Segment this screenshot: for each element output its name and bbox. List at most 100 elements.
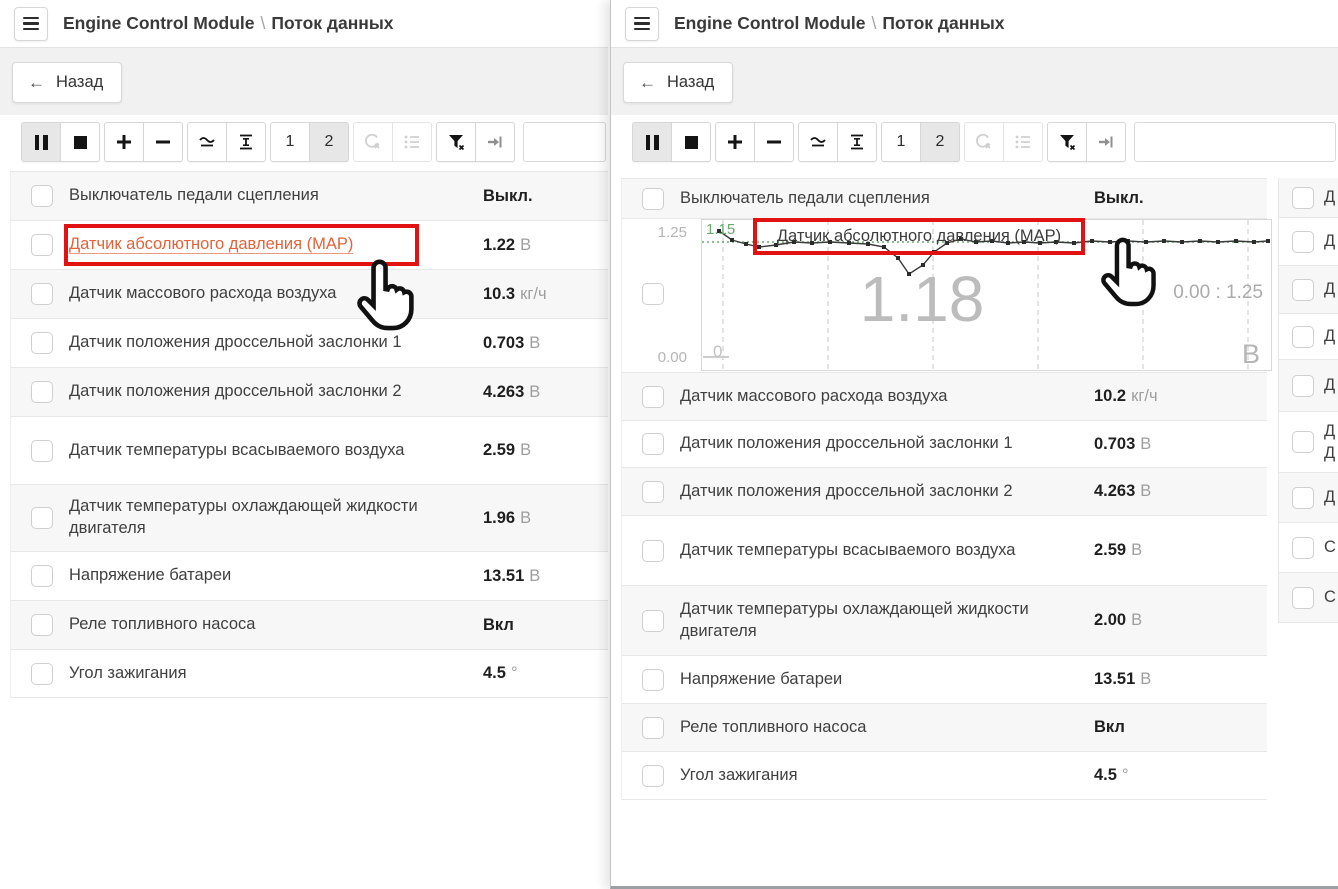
pause-button[interactable] [632, 122, 672, 162]
row-checkbox[interactable] [1292, 375, 1314, 397]
row-checkbox[interactable] [31, 185, 53, 207]
list-view-button[interactable] [392, 122, 432, 162]
table-row[interactable]: Д [1279, 314, 1338, 360]
row-checkbox[interactable] [1292, 187, 1314, 209]
map-sparkline-chart[interactable]: 1.15 0 1.18 0.00 : 1.25 В Датчик абсолют… [701, 219, 1272, 371]
row-checkbox[interactable] [1292, 487, 1314, 509]
table-row[interactable]: Датчик положения дроссельной заслонки 1 … [11, 319, 608, 368]
row-checkbox[interactable] [642, 765, 664, 787]
row-checkbox[interactable] [1292, 431, 1314, 453]
one-chart-button[interactable]: 1 [270, 122, 310, 162]
reset-values-button[interactable] [964, 122, 1004, 162]
goto-end-button[interactable] [1086, 122, 1126, 162]
row-label: Реле топливного насоса [69, 614, 483, 636]
table-row[interactable]: Датчик температуры охлаждающей жидкости … [622, 586, 1267, 656]
row-value: 0.703В [483, 334, 540, 353]
clear-filter-button[interactable] [436, 122, 476, 162]
row-checkbox[interactable] [31, 440, 53, 462]
table-row-map[interactable]: Датчик абсолютного давления (MAP) 1.22В [11, 221, 608, 270]
row-value: Вкл [483, 616, 519, 635]
two-charts-button[interactable]: 2 [920, 122, 960, 162]
add-button[interactable] [715, 122, 755, 162]
row-checkbox[interactable] [642, 669, 664, 691]
stop-button[interactable] [671, 122, 711, 162]
row-checkbox[interactable] [1292, 279, 1314, 301]
row-checkbox[interactable] [31, 234, 53, 256]
table-row[interactable]: Датчик положения дроссельной заслонки 2 … [11, 368, 608, 417]
table-row[interactable]: Датчик положения дроссельной заслонки 2 … [622, 468, 1267, 516]
minus-icon [153, 132, 173, 152]
table-row[interactable]: Датчик массового расхода воздуха 10.3кг/… [11, 270, 608, 319]
smooth-button[interactable] [187, 122, 227, 162]
remove-button[interactable] [143, 122, 183, 162]
clear-filter-button[interactable] [1047, 122, 1087, 162]
table-row[interactable]: Датчик температуры охлаждающей жидкости … [11, 485, 608, 552]
table-row[interactable]: Датчик температуры всасываемого воздуха … [11, 417, 608, 485]
add-button[interactable] [104, 122, 144, 162]
remove-button[interactable] [754, 122, 794, 162]
table-row[interactable]: Датчик массового расхода воздуха 10.2кг/… [622, 373, 1267, 421]
table-row[interactable]: Д Д [1279, 412, 1338, 473]
table-row[interactable]: Д [1279, 178, 1338, 218]
two-charts-button[interactable]: 2 [309, 122, 349, 162]
fit-height-button[interactable] [837, 122, 877, 162]
row-checkbox[interactable] [642, 540, 664, 562]
map-sensor-link[interactable]: Датчик абсолютного давления (MAP) [69, 235, 353, 254]
row-label-clipped: С [1324, 586, 1336, 608]
row-checkbox[interactable] [642, 283, 664, 305]
row-checkbox[interactable] [1292, 587, 1314, 609]
menu-button[interactable] [625, 7, 659, 41]
back-button[interactable]: ← Назад [12, 62, 122, 103]
two-label: 2 [325, 133, 334, 151]
row-checkbox[interactable] [31, 332, 53, 354]
table-row[interactable]: Д [1279, 360, 1338, 412]
fit-height-button[interactable] [226, 122, 266, 162]
row-checkbox[interactable] [31, 663, 53, 685]
table-row[interactable]: Напряжение батареи 13.51В [11, 552, 608, 601]
row-checkbox[interactable] [642, 717, 664, 739]
row-checkbox[interactable] [31, 507, 53, 529]
toolbar-filter-input[interactable] [1134, 122, 1336, 162]
table-row[interactable]: С [1279, 523, 1338, 573]
table-row[interactable]: Реле топливного насоса Вкл [622, 704, 1267, 752]
plus-icon [725, 132, 745, 152]
row-value: 2.00В [1094, 611, 1142, 630]
row-checkbox[interactable] [642, 481, 664, 503]
row-checkbox[interactable] [31, 283, 53, 305]
table-row[interactable]: Напряжение батареи 13.51В [622, 656, 1267, 704]
table-row[interactable]: Угол зажигания 4.5° [11, 650, 608, 698]
menu-button[interactable] [14, 7, 48, 41]
one-chart-button[interactable]: 1 [881, 122, 921, 162]
table-row[interactable]: Датчик положения дроссельной заслонки 1 … [622, 421, 1267, 468]
row-checkbox[interactable] [31, 381, 53, 403]
stop-button[interactable] [60, 122, 100, 162]
reset-values-button[interactable] [353, 122, 393, 162]
table-row[interactable]: Реле топливного насоса Вкл [11, 601, 608, 650]
wave-icon [808, 132, 828, 152]
list-view-button[interactable] [1003, 122, 1043, 162]
smooth-button[interactable] [798, 122, 838, 162]
row-checkbox[interactable] [642, 433, 664, 455]
row-checkbox[interactable] [31, 614, 53, 636]
table-row[interactable]: Д [1279, 218, 1338, 266]
row-checkbox[interactable] [1292, 231, 1314, 253]
goto-end-button[interactable] [475, 122, 515, 162]
row-checkbox[interactable] [1292, 537, 1314, 559]
toolbar-filter-input[interactable] [523, 122, 606, 162]
back-button[interactable]: ← Назад [623, 62, 733, 103]
table-row[interactable]: Д [1279, 266, 1338, 314]
row-checkbox[interactable] [642, 188, 664, 210]
map-sensor-chart-row[interactable]: 1.25 0.00 1.15 0 1.18 0.00 : 1.25 В Датч… [622, 219, 1267, 373]
stream-toolbar: 1 2 [0, 115, 608, 171]
row-checkbox[interactable] [642, 610, 664, 632]
table-row[interactable]: Выключатель педали сцепления Выкл. [622, 179, 1267, 219]
pause-button[interactable] [21, 122, 61, 162]
table-row[interactable]: Д [1279, 473, 1338, 523]
row-checkbox[interactable] [31, 565, 53, 587]
table-row[interactable]: Угол зажигания 4.5° [622, 752, 1267, 800]
table-row[interactable]: Выключатель педали сцепления Выкл. [11, 172, 608, 221]
table-row[interactable]: С [1279, 573, 1338, 623]
row-checkbox[interactable] [1292, 326, 1314, 348]
row-checkbox[interactable] [642, 386, 664, 408]
table-row[interactable]: Датчик температуры всасываемого воздуха … [622, 516, 1267, 586]
